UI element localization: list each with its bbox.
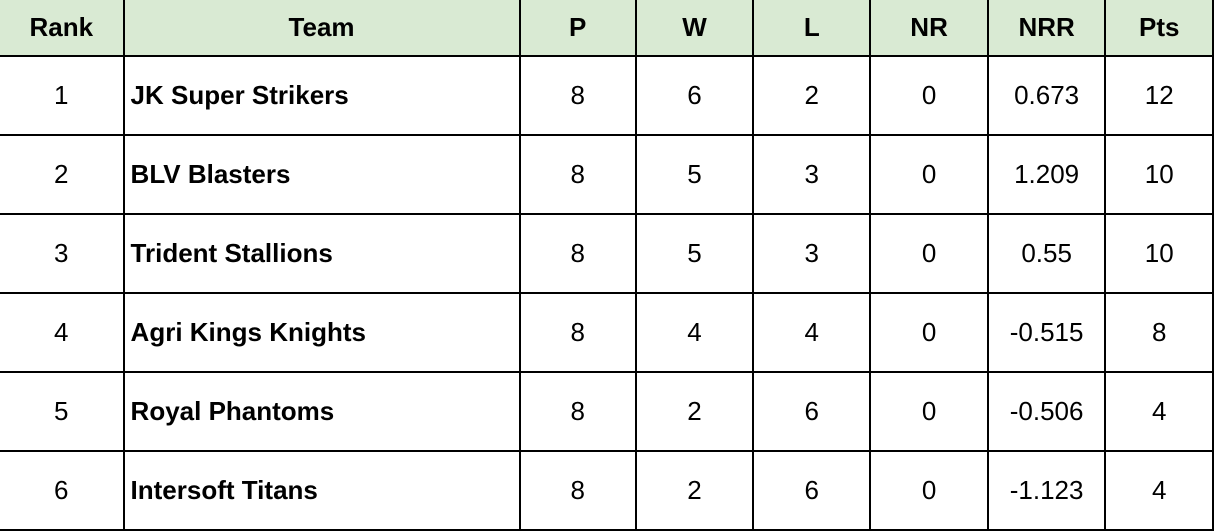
points-cell: 12 xyxy=(1104,55,1214,136)
nrr-cell: -1.123 xyxy=(986,450,1107,531)
rank-cell: 2 xyxy=(0,134,125,215)
no-result-cell: 0 xyxy=(869,450,989,531)
team-cell: BLV Blasters xyxy=(122,134,521,215)
lost-cell: 6 xyxy=(752,450,872,531)
played-cell: 8 xyxy=(518,450,637,531)
played-cell: 8 xyxy=(518,55,637,136)
no-result-cell: 0 xyxy=(869,213,989,294)
played-cell: 8 xyxy=(518,292,637,373)
team-cell: Royal Phantoms xyxy=(122,371,521,452)
no-result-cell: 0 xyxy=(869,292,989,373)
won-cell: 4 xyxy=(634,292,755,373)
team-cell: Intersoft Titans xyxy=(122,450,521,531)
table-row: 5 Royal Phantoms 8 2 6 0 -0.506 4 xyxy=(0,371,1214,452)
rank-cell: 4 xyxy=(0,292,125,373)
points-cell: 4 xyxy=(1104,371,1214,452)
header-nrr: NRR xyxy=(986,0,1107,57)
points-cell: 10 xyxy=(1104,213,1214,294)
team-cell: JK Super Strikers xyxy=(122,55,521,136)
header-team: Team xyxy=(122,0,521,57)
lost-cell: 3 xyxy=(752,213,872,294)
won-cell: 5 xyxy=(634,134,755,215)
rank-cell: 5 xyxy=(0,371,125,452)
team-cell: Trident Stallions xyxy=(122,213,521,294)
table-row: 2 BLV Blasters 8 5 3 0 1.209 10 xyxy=(0,134,1214,215)
no-result-cell: 0 xyxy=(869,371,989,452)
played-cell: 8 xyxy=(518,134,637,215)
header-rank: Rank xyxy=(0,0,125,57)
header-no-result: NR xyxy=(869,0,989,57)
points-table: Rank Team P W L NR NRR Pts 1 JK Super Str… xyxy=(0,0,1214,531)
no-result-cell: 0 xyxy=(869,55,989,136)
table-row: 3 Trident Stallions 8 5 3 0 0.55 10 xyxy=(0,213,1214,294)
won-cell: 2 xyxy=(634,450,755,531)
table-row: 4 Agri Kings Knights 8 4 4 0 -0.515 8 xyxy=(0,292,1214,373)
won-cell: 5 xyxy=(634,213,755,294)
rank-cell: 6 xyxy=(0,450,125,531)
points-cell: 8 xyxy=(1104,292,1214,373)
header-won: W xyxy=(634,0,755,57)
played-cell: 8 xyxy=(518,213,637,294)
rank-cell: 3 xyxy=(0,213,125,294)
nrr-cell: -0.515 xyxy=(986,292,1107,373)
nrr-cell: 0.55 xyxy=(986,213,1107,294)
header-played: P xyxy=(518,0,637,57)
no-result-cell: 0 xyxy=(869,134,989,215)
played-cell: 8 xyxy=(518,371,637,452)
nrr-cell: 1.209 xyxy=(986,134,1107,215)
won-cell: 6 xyxy=(634,55,755,136)
table-row: 6 Intersoft Titans 8 2 6 0 -1.123 4 xyxy=(0,450,1214,531)
points-cell: 4 xyxy=(1104,450,1214,531)
nrr-cell: -0.506 xyxy=(986,371,1107,452)
header-row: Rank Team P W L NR NRR Pts xyxy=(0,0,1214,57)
team-cell: Agri Kings Knights xyxy=(122,292,521,373)
nrr-cell: 0.673 xyxy=(986,55,1107,136)
header-lost: L xyxy=(752,0,872,57)
rank-cell: 1 xyxy=(0,55,125,136)
lost-cell: 6 xyxy=(752,371,872,452)
lost-cell: 3 xyxy=(752,134,872,215)
table-row: 1 JK Super Strikers 8 6 2 0 0.673 12 xyxy=(0,55,1214,136)
points-cell: 10 xyxy=(1104,134,1214,215)
won-cell: 2 xyxy=(634,371,755,452)
lost-cell: 4 xyxy=(752,292,872,373)
lost-cell: 2 xyxy=(752,55,872,136)
header-points: Pts xyxy=(1104,0,1214,57)
